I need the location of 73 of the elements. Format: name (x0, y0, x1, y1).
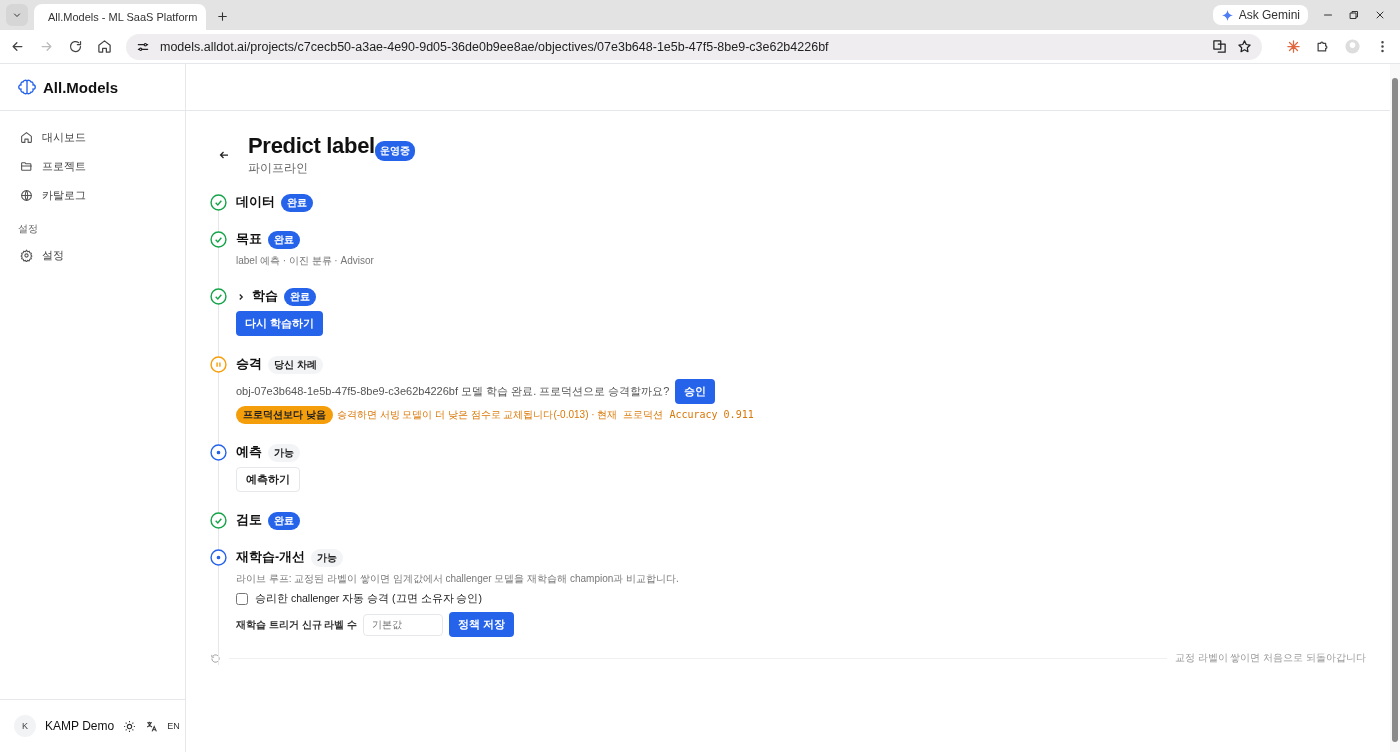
section-heading: 설정 (17, 222, 39, 236)
status-badge: 완료 (268, 511, 300, 530)
loop-note: 교정 라벨이 쌓이면 처음으로 되돌아갑니다 (1174, 651, 1366, 665)
step-description: label 예측 · 이진 분류 · Advisor (236, 254, 374, 268)
tab-title: All.Models - ML SaaS Platform (48, 11, 198, 23)
back-icon (10, 39, 25, 54)
asterisk-icon (1286, 39, 1301, 54)
gear-icon (20, 249, 33, 262)
sidebar-item[interactable]: 카탈로그 (10, 181, 175, 210)
gemini-button[interactable]: Ask Gemini (1212, 5, 1308, 25)
address-bar[interactable]: models.alldot.ai/projects/c7cecb50-a3ae-4e90-9d05-36de0b9ee8ae/objectives/07e3b648-1e5b-47f5-8be9-c3e62b4226bf (126, 33, 1262, 60)
translate-icon (1212, 39, 1227, 54)
field-label: 재학습 트리거 신규 라벨 수 (236, 617, 358, 632)
globe-icon (20, 189, 33, 202)
check-circle-icon (210, 194, 227, 211)
scrollbar-thumb[interactable] (1392, 78, 1398, 742)
step-title: 데이터 (236, 194, 275, 211)
step-title: 검토 (236, 512, 262, 529)
star-icon (1237, 39, 1252, 54)
checkbox[interactable] (236, 593, 248, 605)
browser-tab[interactable]: All.Models - ML SaaS Platform (34, 4, 206, 30)
dot-circle-icon (210, 444, 227, 461)
page-subtitle: 파이프라인 (248, 161, 309, 176)
back-arrow-icon[interactable] (218, 149, 230, 161)
step-title: 학습 (252, 288, 278, 305)
brain-icon (18, 78, 36, 96)
approve-button[interactable]: 승인 (675, 379, 716, 404)
sidebar-item[interactable]: 설정 (10, 241, 175, 270)
step-title: 승격 (236, 356, 262, 373)
predict-button[interactable]: 예측하기 (236, 467, 300, 492)
check-circle-icon (210, 288, 227, 305)
restore-icon (1348, 9, 1360, 21)
retrain-button[interactable]: 다시 학습하기 (236, 311, 323, 336)
home-icon (97, 39, 112, 54)
warning-text: 승격하면 서빙 모델이 더 낮은 점수로 교체됩니다(-0.013) · 현재 프로덕션 Accuracy 0.911 (336, 408, 754, 422)
warning-badge: 프로덕션보다 낮음 (236, 406, 333, 424)
sidebar-item[interactable]: 대시보드 (10, 123, 175, 152)
step-title: 목표 (236, 231, 262, 248)
loop-icon (210, 652, 221, 664)
checkbox-label: 승리한 challenger 자동 승격 (끄면 소유자 승인) (255, 592, 482, 606)
status-badge: 완료 (268, 230, 300, 249)
sparkle-icon (1220, 8, 1234, 22)
status-badge: 운영중 (374, 141, 415, 161)
sun-icon[interactable] (123, 719, 137, 733)
check-circle-icon (210, 512, 227, 529)
user-name: KAMP Demo (45, 719, 115, 733)
brand-name: All.Models (43, 78, 118, 96)
promotion-message: obj-07e3b648-1e5b-47f5-8be9-c3e62b4226bf 모델 학습 완료. 프로덕션으로 승격할까요? (236, 384, 670, 399)
input-field[interactable]: 기본값 (363, 613, 444, 636)
pause-circle-icon (210, 356, 227, 373)
dot-circle-icon (210, 549, 227, 566)
step-title: 예측 (236, 444, 262, 461)
language-toggle[interactable]: EN (167, 721, 180, 731)
folder-icon (20, 160, 33, 173)
user-avatar: K (14, 715, 36, 737)
plus-icon (216, 10, 229, 23)
puzzle-icon (1315, 39, 1330, 54)
close-icon (1374, 9, 1386, 21)
check-circle-icon (210, 231, 227, 248)
translate-icon[interactable] (145, 719, 159, 733)
status-badge: 가능 (268, 443, 300, 462)
home-icon (20, 131, 33, 144)
status-badge: 완료 (281, 193, 313, 212)
status-badge: 완료 (284, 287, 316, 306)
forward-icon (39, 39, 54, 54)
reload-icon (68, 39, 83, 54)
page-title: Predict label (248, 132, 375, 160)
status-badge: 당신 차례 (268, 355, 323, 374)
sidebar-item[interactable]: 프로젝트 (10, 152, 175, 181)
status-badge: 가능 (311, 548, 344, 567)
save-policy-button[interactable]: 정책 저장 (449, 612, 515, 637)
step-description: 라이브 루프: 교정된 라벨이 쌓이면 임계값에서 challenger 모델을 재학습해 champion과 비교합니다. (236, 572, 679, 586)
step-title: 재학습-개선 (236, 549, 306, 566)
